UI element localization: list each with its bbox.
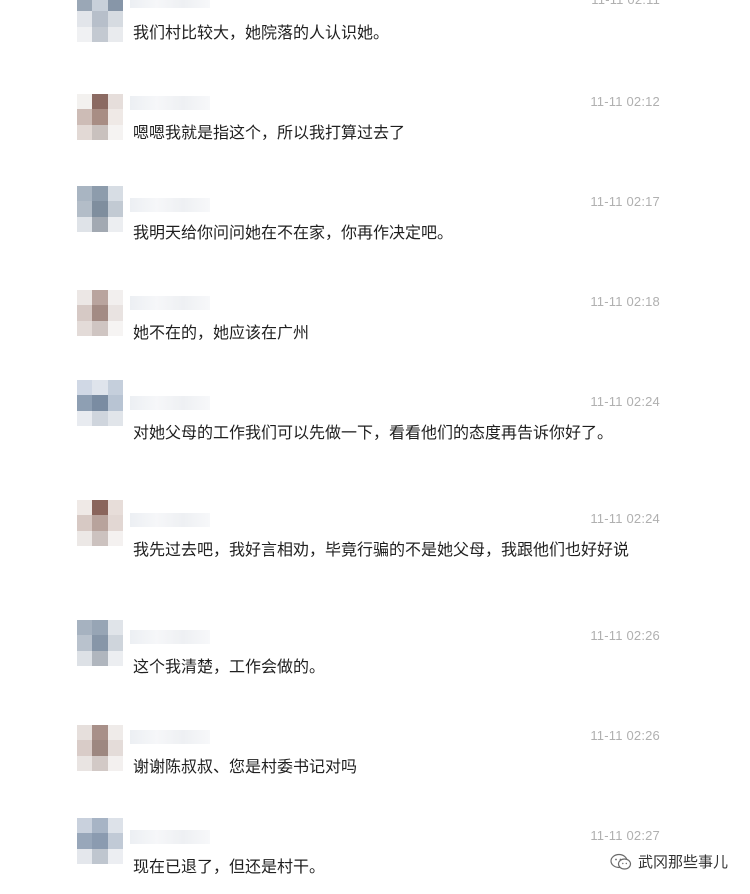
username-blurred bbox=[130, 630, 210, 644]
comment-text: 我先过去吧，我好言相劝，毕竟行骗的不是她父母，我跟他们也好好说 bbox=[133, 540, 630, 559]
username-blurred bbox=[130, 730, 210, 744]
comment-text: 嗯嗯我就是指这个，所以我打算过去了 bbox=[133, 123, 406, 142]
username-blurred bbox=[130, 0, 210, 8]
comment-timestamp: 11-11 02:24 bbox=[590, 511, 660, 526]
username-blurred bbox=[130, 513, 210, 527]
comment-text: 谢谢陈叔叔、您是村委书记对吗 bbox=[133, 757, 358, 776]
username-blurred bbox=[130, 830, 210, 844]
comment-text: 现在已退了，但还是村干。 bbox=[133, 857, 326, 876]
comment-timestamp: 11-11 02:26 bbox=[590, 728, 660, 743]
username-blurred bbox=[130, 296, 210, 310]
avatar[interactable] bbox=[77, 290, 123, 336]
avatar[interactable] bbox=[77, 94, 123, 140]
comment-timestamp: 11-11 02:18 bbox=[590, 294, 660, 309]
comment-text: 她不在的，她应该在广州 bbox=[133, 323, 310, 342]
avatar[interactable] bbox=[77, 186, 123, 232]
comment-timestamp: 11-11 02:26 bbox=[590, 628, 660, 643]
username-blurred bbox=[130, 198, 210, 212]
avatar[interactable] bbox=[77, 500, 123, 546]
avatar[interactable] bbox=[77, 725, 123, 771]
avatar[interactable] bbox=[77, 818, 123, 864]
watermark-text: 武冈那些事儿 bbox=[637, 853, 728, 871]
username-blurred bbox=[130, 396, 210, 410]
comment-text: 对她父母的工作我们可以先做一下，看看他们的态度再告诉你好了。 bbox=[133, 423, 614, 442]
comment-text: 这个我清楚，工作会做的。 bbox=[133, 657, 326, 676]
comment-timestamp: 11-11 02:17 bbox=[590, 194, 660, 209]
comment-timestamp: 11-11 02:24 bbox=[590, 394, 660, 409]
comment-timestamp: 11-11 02:12 bbox=[590, 94, 660, 109]
watermark: 武冈那些事儿 bbox=[610, 851, 728, 872]
avatar[interactable] bbox=[77, 620, 123, 666]
comment-timestamp: 11-11 02:11 bbox=[591, 0, 660, 7]
avatar[interactable] bbox=[77, 380, 123, 426]
comment-timestamp: 11-11 02:27 bbox=[590, 828, 660, 843]
comment-text: 我们村比较大，她院落的人认识她。 bbox=[133, 23, 390, 42]
avatar[interactable] bbox=[77, 0, 123, 42]
wechat-bubble-icon bbox=[610, 853, 632, 870]
comment-text: 我明天给你问问她在不在家，你再作决定吧。 bbox=[133, 223, 454, 242]
username-blurred bbox=[130, 96, 210, 110]
